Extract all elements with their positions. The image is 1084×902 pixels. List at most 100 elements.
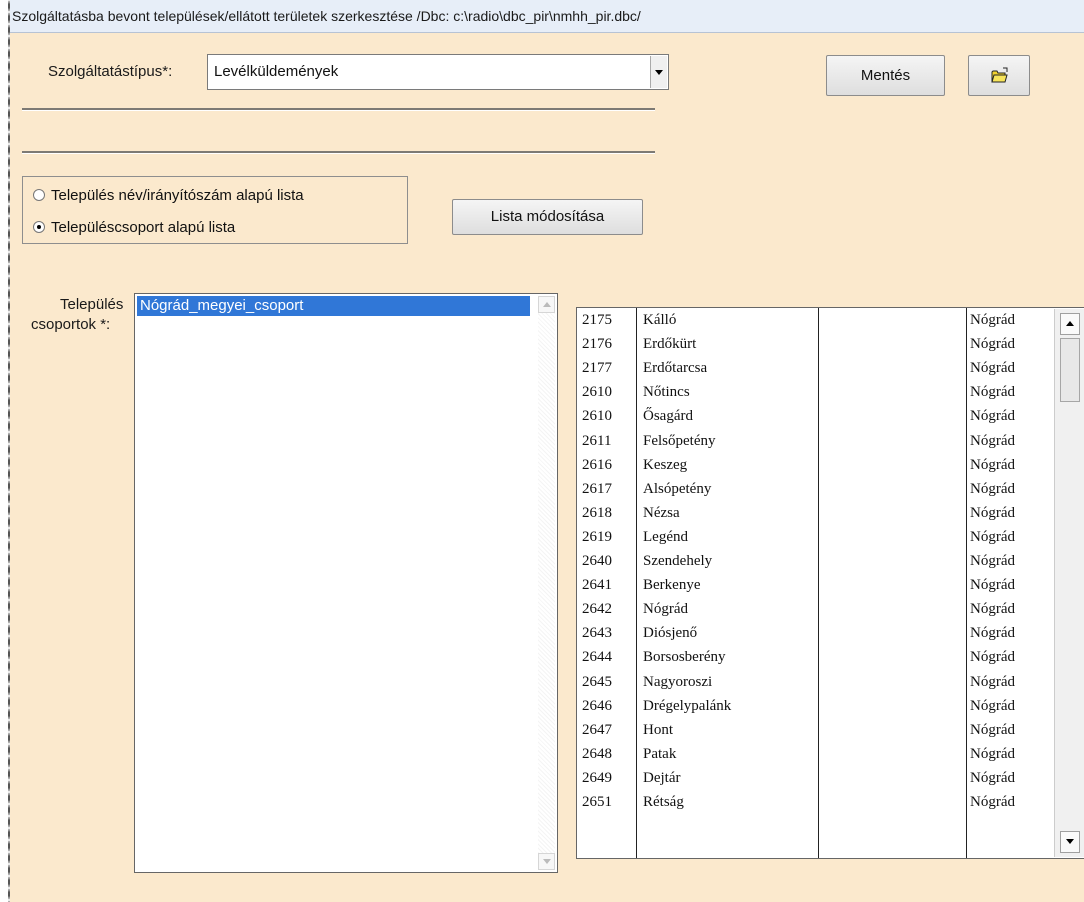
table-row[interactable]: 2176 Erdőkürt Nógrád bbox=[577, 334, 1057, 356]
cell-county: Nógrád bbox=[970, 601, 1015, 618]
scroll-thumb[interactable] bbox=[1060, 338, 1080, 402]
cell-zip: 2617 bbox=[582, 480, 612, 497]
settlements-scrollbar[interactable] bbox=[1054, 309, 1084, 857]
cell-zip: 2640 bbox=[582, 553, 612, 569]
cell-name: Dejtár bbox=[643, 769, 681, 786]
cell-county: Nógrád bbox=[970, 528, 1015, 545]
cell-county: Nógrád bbox=[970, 504, 1015, 521]
table-row[interactable]: 2618 Nézsa Nógrád bbox=[577, 503, 1057, 525]
cell-zip: 2648 bbox=[582, 745, 612, 762]
cell-zip: 2610 bbox=[582, 408, 612, 425]
cell-name: Drégelypalánk bbox=[643, 697, 732, 714]
scroll-down-icon[interactable] bbox=[538, 853, 555, 870]
list-item[interactable]: Nógrád_megyei_csoport bbox=[137, 296, 530, 316]
radio-name-zip-list[interactable]: Település név/irányítószám alapú lista bbox=[33, 187, 304, 204]
table-row[interactable]: 2616 Keszeg Nógrád bbox=[577, 455, 1057, 477]
table-row[interactable]: 2647 Hont Nógrád bbox=[577, 720, 1057, 742]
table-row[interactable]: 2175 Kálló Nógrád bbox=[577, 310, 1057, 332]
cell-zip: 2176 bbox=[582, 336, 612, 353]
cell-zip: 2645 bbox=[582, 673, 612, 690]
separator-2 bbox=[22, 151, 655, 154]
cell-zip: 2619 bbox=[582, 528, 612, 545]
table-row[interactable]: 2617 Alsópetény Nógrád bbox=[577, 479, 1057, 501]
table-row[interactable]: 2645 Nagyoroszi Nógrád bbox=[577, 672, 1057, 694]
cell-zip: 2649 bbox=[582, 769, 612, 786]
cell-name: Rétság bbox=[643, 794, 684, 810]
cell-county: Nógrád bbox=[970, 721, 1015, 738]
table-row[interactable]: 2610 Ősagárd Nógrád bbox=[577, 406, 1057, 428]
cell-zip: 2616 bbox=[582, 456, 612, 473]
cell-county: Nógrád bbox=[970, 697, 1015, 714]
cell-name: Borsosberény bbox=[643, 649, 726, 666]
table-row[interactable]: 2641 Berkenye Nógrád bbox=[577, 575, 1057, 597]
cell-name: Patak bbox=[643, 745, 677, 762]
cell-name: Ősagárd bbox=[643, 408, 693, 425]
cell-name: Kálló bbox=[643, 312, 677, 328]
cell-county: Nógrád bbox=[970, 480, 1015, 497]
save-button[interactable]: Mentés bbox=[826, 55, 945, 96]
separator-1 bbox=[22, 108, 655, 111]
modify-list-button[interactable]: Lista módosítása bbox=[452, 199, 643, 235]
radio-circle-selected bbox=[33, 221, 45, 233]
scroll-down-icon[interactable] bbox=[1060, 831, 1080, 853]
cell-zip: 2177 bbox=[582, 360, 612, 377]
left-edge-dots bbox=[0, 0, 10, 902]
table-row[interactable]: 2649 Dejtár Nógrád bbox=[577, 768, 1057, 790]
window-title: Szolgáltatásba bevont települések/elláto… bbox=[10, 0, 1084, 33]
table-row[interactable]: 2644 Borsosberény Nógrád bbox=[577, 647, 1057, 669]
groups-label-line2: csoportok *: bbox=[31, 316, 111, 333]
cell-county: Nógrád bbox=[970, 312, 1015, 328]
cell-county: Nógrád bbox=[970, 745, 1015, 762]
table-row[interactable]: 2177 Erdőtarcsa Nógrád bbox=[577, 358, 1057, 380]
radio-group-list[interactable]: Településcsoport alapú lista bbox=[33, 219, 235, 236]
groups-label-line1: Település bbox=[60, 296, 124, 313]
cell-zip: 2642 bbox=[582, 601, 612, 618]
cell-name: Nagyoroszi bbox=[643, 673, 713, 690]
cell-county: Nógrád bbox=[970, 625, 1015, 642]
cell-county: Nógrád bbox=[970, 456, 1015, 473]
cell-county: Nógrád bbox=[970, 360, 1015, 377]
service-type-select[interactable]: Levélküldemények bbox=[207, 54, 669, 90]
cell-zip: 2641 bbox=[582, 577, 612, 594]
cell-name: Legénd bbox=[643, 528, 688, 545]
table-row[interactable]: 2643 Diósjenő Nógrád bbox=[577, 623, 1057, 645]
cell-name: Nézsa bbox=[643, 504, 680, 521]
cell-name: Diósjenő bbox=[643, 625, 698, 642]
table-row[interactable]: 2648 Patak Nógrád bbox=[577, 744, 1057, 766]
cell-name: Erdőtarcsa bbox=[643, 360, 708, 377]
table-row[interactable]: 2610 Nőtincs Nógrád bbox=[577, 382, 1057, 404]
cell-zip: 2618 bbox=[582, 504, 612, 521]
cell-name: Hont bbox=[643, 721, 673, 738]
cell-name: Alsópetény bbox=[643, 480, 712, 497]
cell-name: Szendehely bbox=[643, 553, 713, 569]
groups-listbox[interactable]: Nógrád_megyei_csoport bbox=[134, 293, 558, 873]
cell-county: Nógrád bbox=[970, 794, 1015, 810]
table-row[interactable]: 2642 Nógrád Nógrád bbox=[577, 599, 1057, 621]
cell-zip: 2644 bbox=[582, 649, 612, 666]
cell-zip: 2646 bbox=[582, 697, 612, 714]
table-row[interactable]: 2651 Rétság Nógrád bbox=[577, 792, 1057, 814]
cell-name: Nógrád bbox=[643, 601, 688, 618]
table-row[interactable]: 2646 Drégelypalánk Nógrád bbox=[577, 696, 1057, 718]
groups-scrollbar[interactable] bbox=[538, 296, 555, 870]
cell-county: Nógrád bbox=[970, 408, 1015, 425]
open-folder-button[interactable] bbox=[968, 55, 1030, 96]
cell-county: Nógrád bbox=[970, 769, 1015, 786]
table-row[interactable]: 2611 Felsőpetény Nógrád bbox=[577, 431, 1057, 453]
radio-circle bbox=[33, 189, 45, 201]
cell-name: Nőtincs bbox=[643, 384, 690, 401]
scroll-up-icon[interactable] bbox=[538, 296, 555, 313]
scroll-up-icon[interactable] bbox=[1060, 313, 1080, 335]
table-row[interactable]: 2640 Szendehely Nógrád bbox=[577, 551, 1057, 573]
table-row[interactable]: 2619 Legénd Nógrád bbox=[577, 527, 1057, 549]
cell-county: Nógrád bbox=[970, 384, 1015, 401]
radio-label-name-zip: Település név/irányítószám alapú lista bbox=[51, 187, 304, 204]
chevron-down-icon[interactable] bbox=[650, 56, 667, 88]
cell-name: Erdőkürt bbox=[643, 336, 697, 353]
cell-zip: 2610 bbox=[582, 384, 612, 401]
settlements-table[interactable]: 2175 Kálló Nógrád 2176 Erdőkürt Nógrád 2177 Erd… bbox=[576, 307, 1084, 859]
cell-county: Nógrád bbox=[970, 649, 1015, 666]
cell-zip: 2611 bbox=[582, 432, 612, 449]
cell-county: Nógrád bbox=[970, 673, 1015, 690]
cell-name: Berkenye bbox=[643, 577, 701, 594]
